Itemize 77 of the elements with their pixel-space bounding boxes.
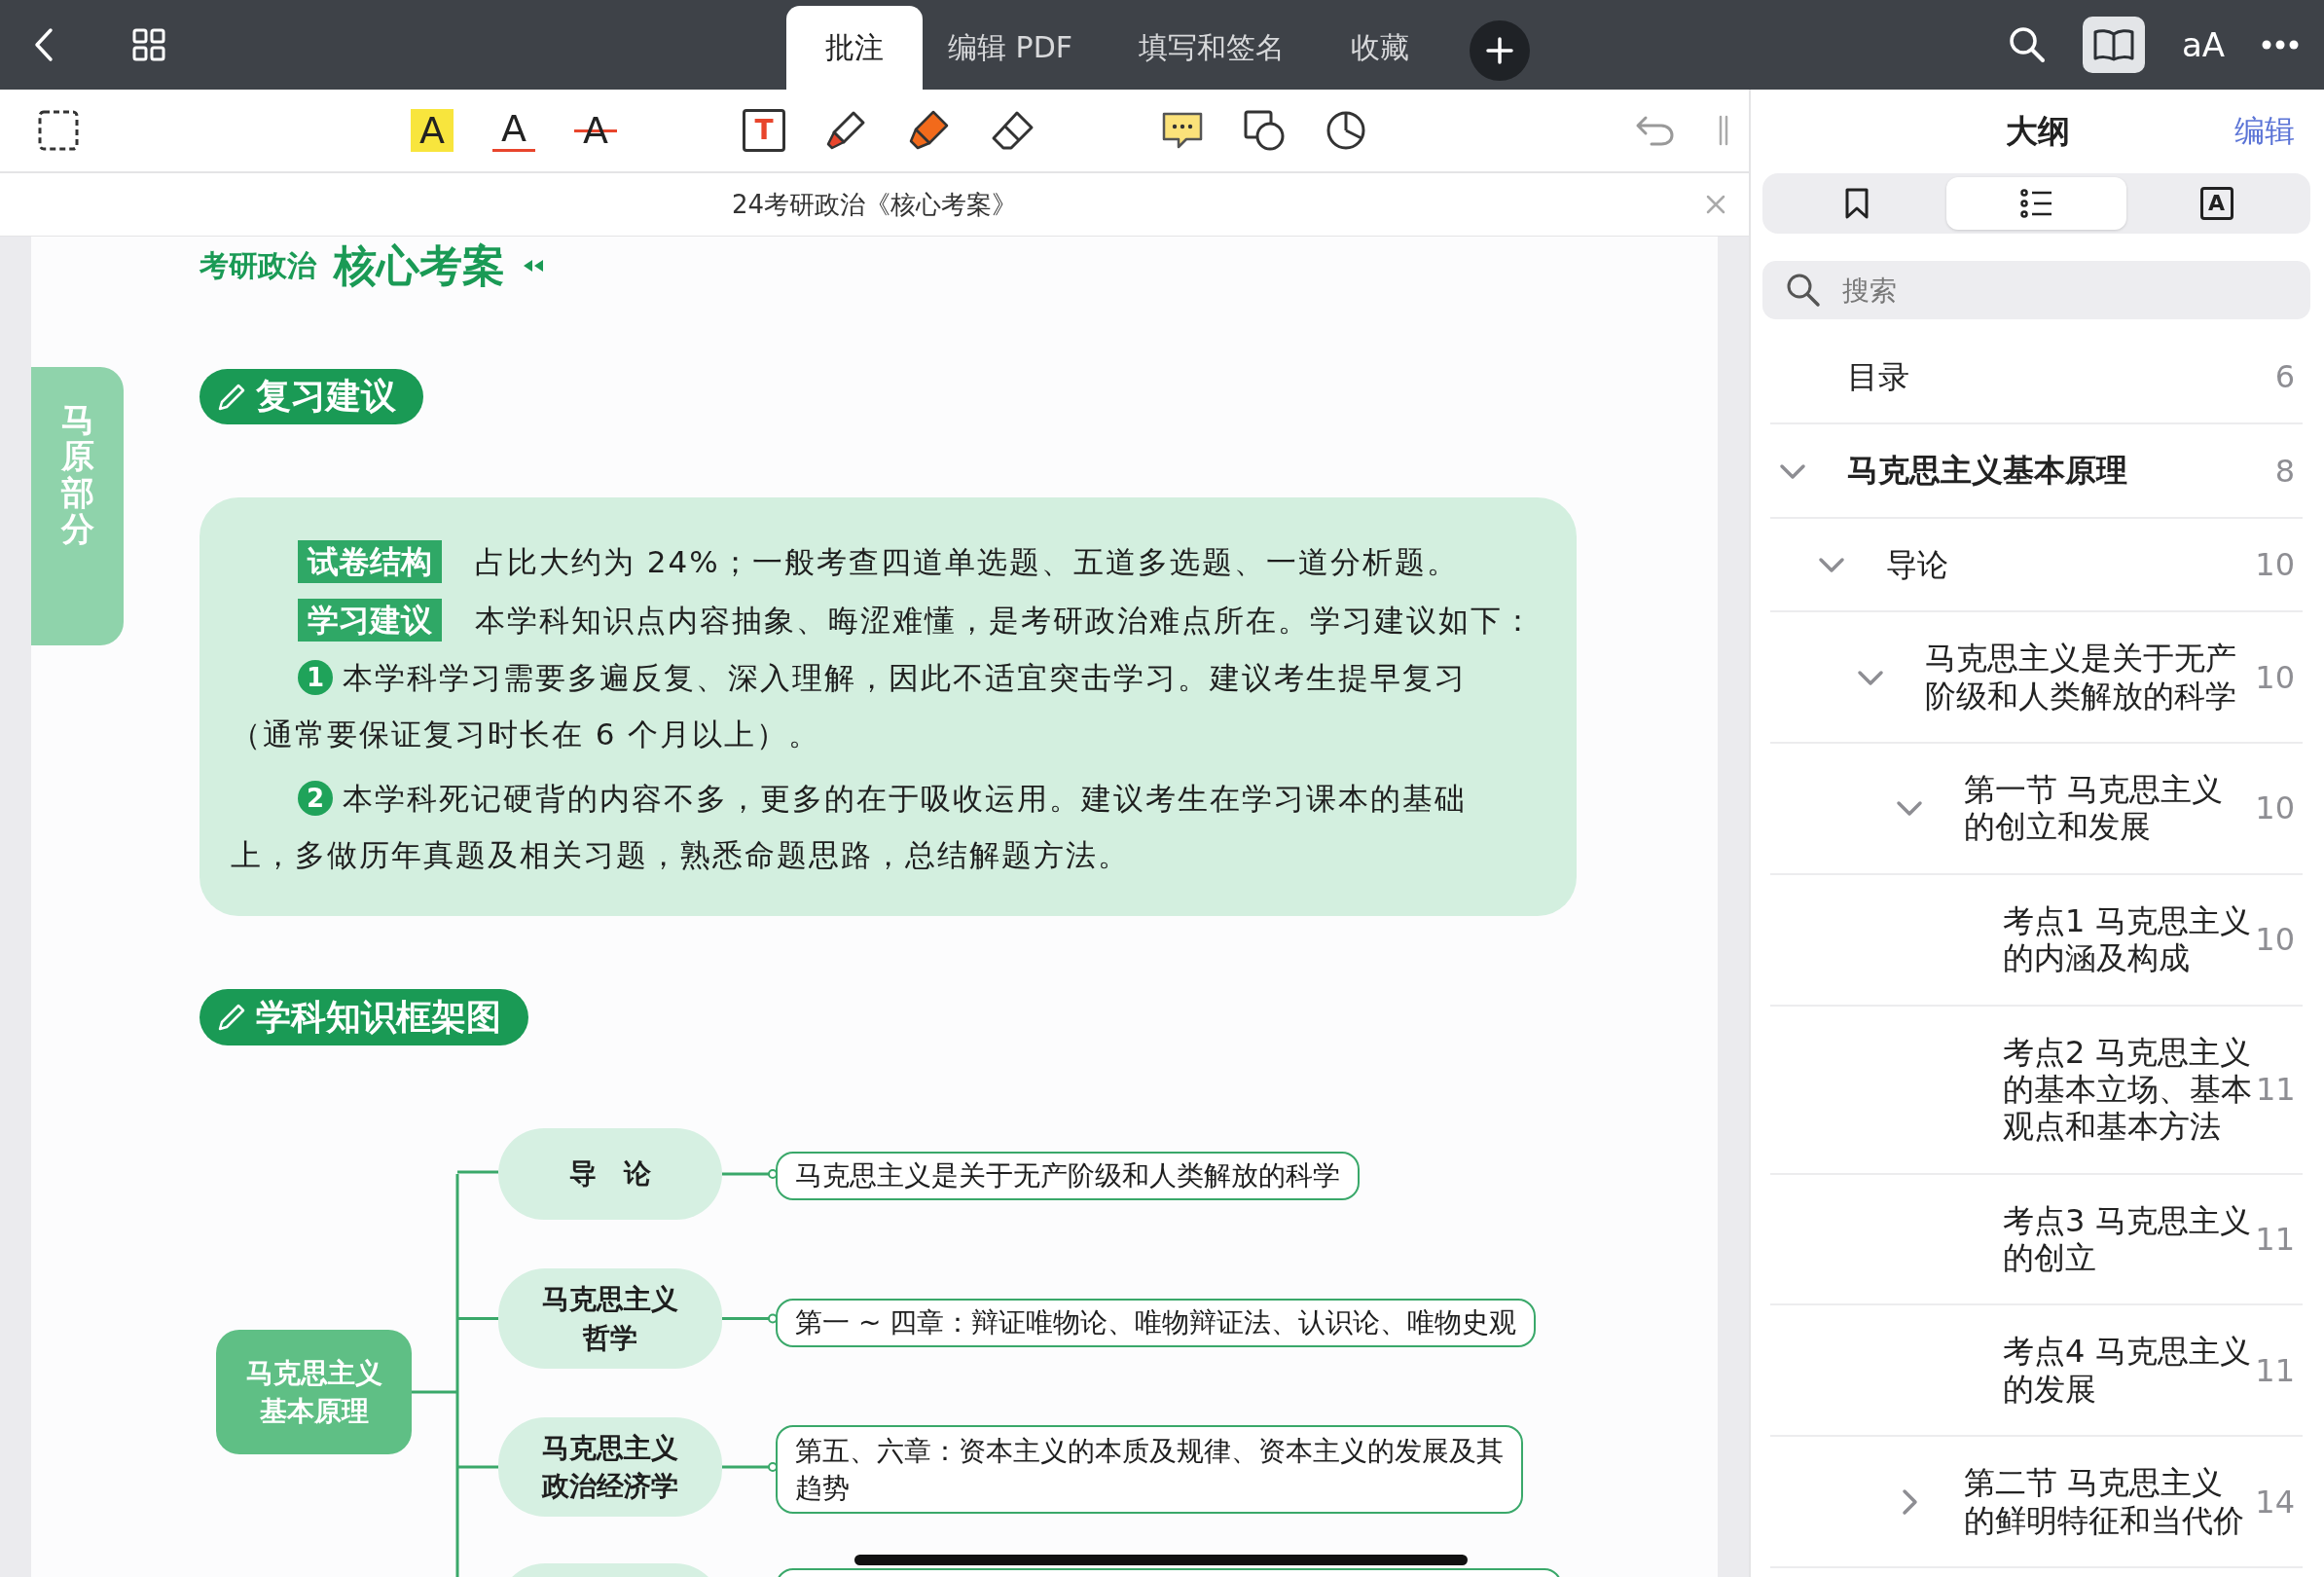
node-label: 马克思主义 基本原理 <box>245 1355 382 1429</box>
outline-title: 第一节 马克思主义 的创立和发展 <box>1964 770 2225 846</box>
pen-icon[interactable] <box>824 109 867 152</box>
mode-tab[interactable]: 批注 <box>786 6 923 90</box>
page-number: 10 <box>2255 545 2295 583</box>
more-icon[interactable] <box>2262 40 2299 50</box>
page-number: 10 <box>2255 789 2295 827</box>
comment-icon[interactable] <box>1161 110 1204 151</box>
outline-title: 导论 <box>1886 545 1949 584</box>
double-arrow-icon <box>523 259 544 273</box>
text-box-tool[interactable]: T <box>743 109 785 152</box>
outline-title: 考点3 马克思主义 的创立 <box>2003 1201 2252 1277</box>
lasso-icon[interactable] <box>1325 109 1367 152</box>
search-field[interactable]: 搜索 <box>1762 261 2310 319</box>
outline-title: 考点2 马克思主义 的基本立场、基本 观点和基本方法 <box>2003 1033 2252 1146</box>
page-number: 14 <box>2255 1483 2295 1521</box>
advice-text: 本学科知识点内容抽象、晦涩难懂，是考研政治难点所在。学习建议如下： <box>475 602 1535 640</box>
page-number: 11 <box>2255 1351 2295 1389</box>
grid-icon[interactable] <box>132 28 165 61</box>
node-label: 导 论 <box>569 1156 651 1192</box>
page-number: 10 <box>2255 658 2295 696</box>
part-label: 马原部分 <box>60 402 94 551</box>
highlight-tool[interactable]: A <box>411 109 454 152</box>
mode-tab[interactable]: 填写和签名 <box>1106 6 1318 90</box>
section-title: 复习建议 <box>256 375 396 418</box>
mode-tab[interactable]: 收藏 <box>1318 6 1442 90</box>
advice-label: 试卷结构 <box>298 540 442 583</box>
advice-text: 占比大约为 24%；一般考查四道单选题、五道多选题、一道分析题。 <box>475 543 1459 581</box>
page-number: 11 <box>2256 1071 2296 1109</box>
back-icon[interactable] <box>33 27 54 62</box>
list-icon <box>2019 189 2053 218</box>
edit-link[interactable]: 编辑 <box>2234 111 2295 152</box>
detail-label: 第一 ~ 四章：辩证唯物论、唯物辩证法、认识论、唯物史观 <box>795 1305 1517 1340</box>
outline-item[interactable]: 马克思主义基本原理 8 <box>1770 424 2303 519</box>
eraser-icon[interactable] <box>990 110 1035 151</box>
page-number: 11 <box>2255 1221 2295 1259</box>
outline-title: 第二节 马克思主义 的鲜明特征和当代价 <box>1964 1464 2245 1540</box>
view-segment[interactable] <box>1946 177 2126 230</box>
outline-title: 考点1 马克思主义 的内涵及构成 <box>2003 901 2252 977</box>
outline-item[interactable]: 第一节 马克思主义 的创立和发展 10 <box>1770 743 2303 875</box>
pencil-icon <box>217 1003 246 1032</box>
reader-view-button[interactable] <box>2082 17 2145 73</box>
font-size-button[interactable]: aA <box>2181 25 2225 64</box>
section-title: 学科知识框架图 <box>256 995 501 1039</box>
detail-label: 马克思主义是关于无产阶级和人类解放的科学 <box>795 1158 1340 1193</box>
view-segment[interactable]: A <box>2126 177 2306 230</box>
outline-title: 马克思主义是关于无产 阶级和人类解放的科学 <box>1925 640 2237 715</box>
outline-item[interactable]: 目录 6 <box>1770 331 2303 425</box>
search-icon[interactable] <box>2008 26 2046 63</box>
drag-handle-icon[interactable] <box>1718 115 1729 146</box>
advice-paragraph: 2 本学科死记硬背的内容不多，更多的在于吸收运用。建议考生在学习课本的基础 上，多做历年真题及相关习题，熟悉命题思路，总结解题方法。 <box>231 780 1468 874</box>
selection-icon[interactable] <box>37 109 80 152</box>
page-number: 8 <box>2274 452 2295 490</box>
pencil-icon <box>217 382 246 412</box>
shapes-icon[interactable] <box>1243 109 1286 152</box>
book-icon <box>2091 27 2135 62</box>
book-series: 考研政治 <box>200 246 316 284</box>
node-label: 马克思主义 哲学 <box>542 1282 678 1356</box>
page-number: 10 <box>2255 921 2295 959</box>
outline-item[interactable]: 考点2 马克思主义 的基本立场、基本 观点和基本方法 11 <box>1770 1006 2303 1175</box>
book-title: 核心考案 <box>334 238 505 292</box>
outline-item[interactable]: 导论 10 <box>1770 518 2303 613</box>
panel-title: 大纲 <box>2005 110 2070 152</box>
outline-title: 马克思主义基本原理 <box>1847 452 2128 490</box>
outline-title: 考点4 马克思主义 的发展 <box>2003 1333 2252 1409</box>
undo-icon[interactable] <box>1634 114 1675 147</box>
document-title: 24考研政治《核心考案》 <box>731 188 1018 221</box>
node-label: 马克思主义 政治经济学 <box>542 1430 678 1504</box>
advice-paragraph: 1 本学科学习需要多遍反复、深入理解，因此不适宜突击学习。建议考生提早复习 （通常要保证复习时长在 6 个月以上）。 <box>231 659 1468 753</box>
advice-label: 学习建议 <box>298 599 442 642</box>
bookmark-icon <box>1843 187 1870 220</box>
add-icon[interactable] <box>1470 20 1530 81</box>
underline-tool[interactable]: A <box>492 109 535 152</box>
search-icon <box>1786 273 1821 308</box>
outline-title: 目录 <box>1847 358 1910 396</box>
page-number: 6 <box>2274 358 2295 396</box>
detail-label: 第五、六章：资本主义的本质及规律、资本主义的发展及其 趋势 <box>795 1433 1504 1506</box>
